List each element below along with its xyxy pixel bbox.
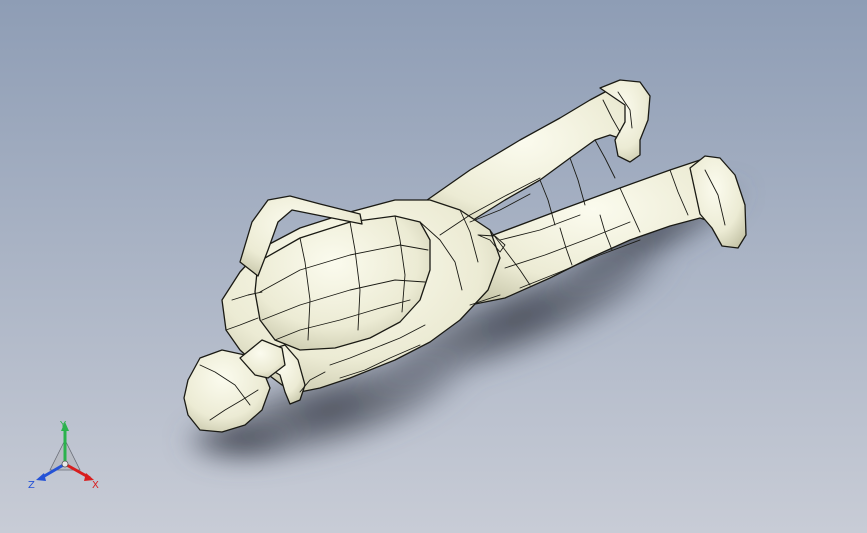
triad-x-label: X xyxy=(92,480,99,491)
triad-y-label: Y xyxy=(59,420,67,431)
triad-z-label: Z xyxy=(28,480,35,491)
triad-z-arrow xyxy=(36,473,46,481)
model-view[interactable] xyxy=(0,0,867,533)
graphics-viewport[interactable]: Y X Z xyxy=(0,0,867,533)
triad-origin xyxy=(61,460,69,468)
coordinate-triad[interactable]: Y X Z xyxy=(24,418,106,494)
